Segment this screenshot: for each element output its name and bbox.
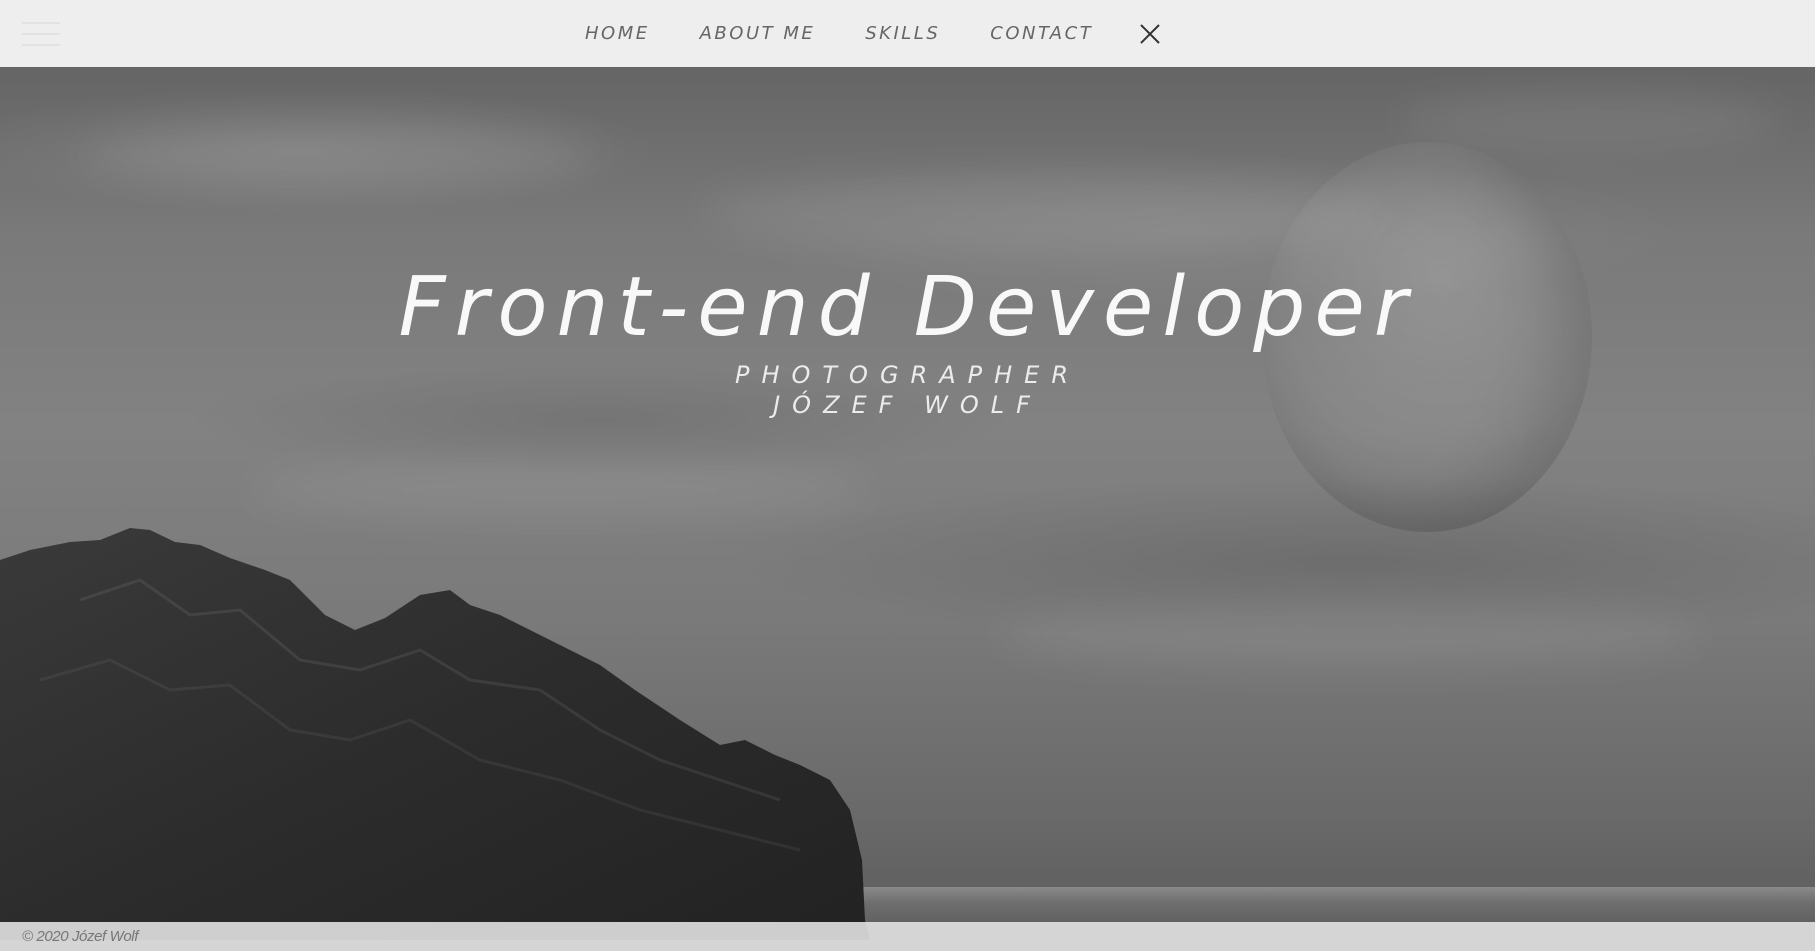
nav-item-about-me[interactable]: ABOUT ME — [700, 23, 816, 44]
nav-item-home[interactable]: HOME — [585, 23, 650, 44]
hero-text: Front-end Developer PHOTOGRAPHER JÓZEF W… — [0, 255, 1815, 420]
cloud — [250, 460, 870, 520]
copyright-text: © 2020 Józef Wolf — [22, 928, 138, 945]
cloud — [700, 170, 1380, 250]
page: HOME ABOUT ME SKILLS CONTACT Front-end D… — [0, 0, 1815, 951]
mountain-image — [0, 528, 870, 940]
nav-item-skills[interactable]: SKILLS — [865, 23, 940, 44]
footer: © 2020 Józef Wolf — [0, 922, 1815, 951]
hero-subtitle-name: JÓZEF WOLF — [773, 391, 1042, 419]
nav-item-contact[interactable]: CONTACT — [990, 23, 1093, 44]
cloud — [1000, 600, 1700, 670]
cloud — [80, 120, 600, 190]
hero-background — [0, 0, 1815, 951]
hero-subtitle-role: PHOTOGRAPHER — [734, 361, 1080, 389]
top-navbar: HOME ABOUT ME SKILLS CONTACT — [0, 0, 1815, 67]
nav-links: HOME ABOUT ME SKILLS CONTACT — [560, 0, 1118, 67]
close-icon[interactable] — [1138, 22, 1162, 46]
hamburger-icon[interactable] — [22, 22, 60, 52]
cloud — [1400, 90, 1780, 150]
hero-title: Front-end Developer — [398, 260, 1417, 355]
